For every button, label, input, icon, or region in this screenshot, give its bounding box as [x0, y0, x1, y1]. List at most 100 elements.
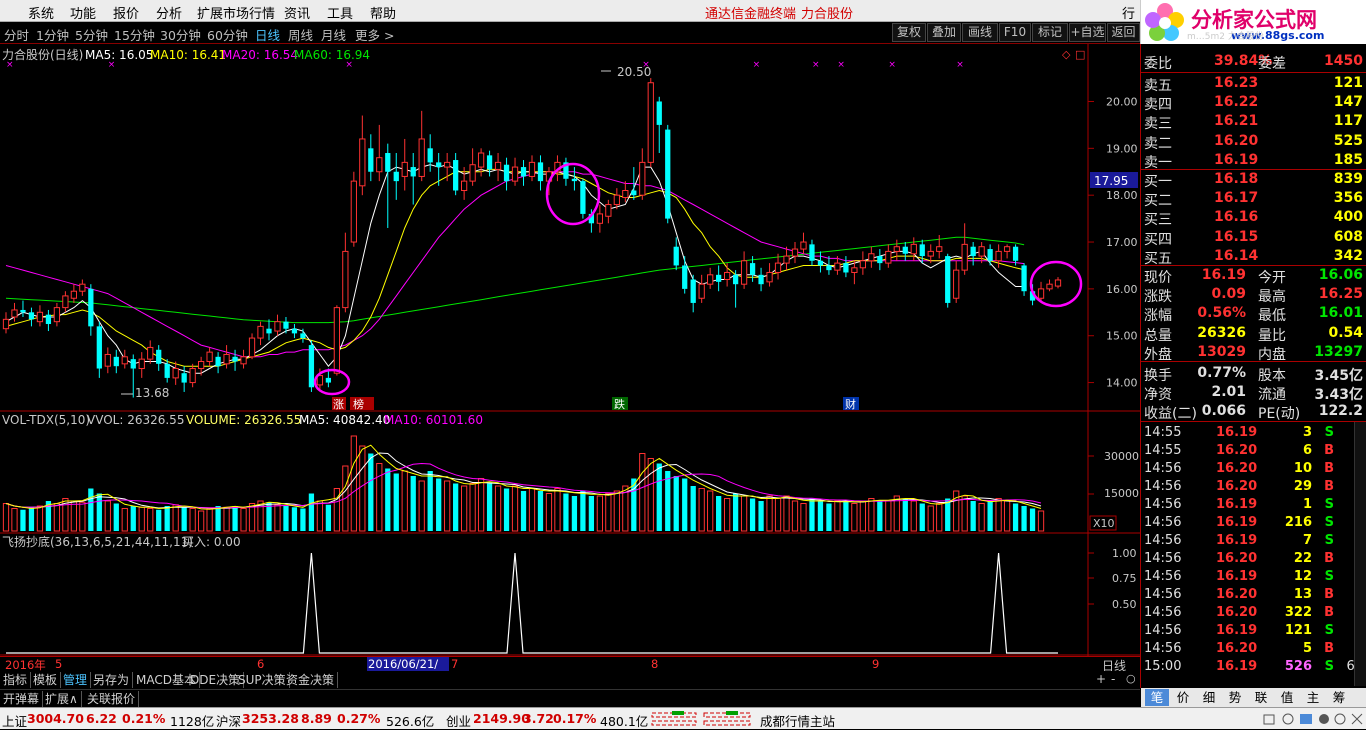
sz-label[interactable]: 沪深 [216, 711, 241, 730]
volume-bar [732, 493, 739, 531]
zoom-in-button[interactable]: + [1096, 672, 1106, 686]
candle-body [401, 161, 408, 177]
side-tab-chips[interactable]: 筹 [1327, 689, 1351, 706]
side-tab-trades[interactable]: 笔 [1145, 689, 1169, 706]
diamond-icon[interactable]: ◇ [1062, 48, 1071, 61]
side-tab-price[interactable]: 价 [1171, 689, 1195, 706]
menu-function[interactable]: 功能 [70, 3, 96, 22]
tf-daily[interactable]: 日线 [255, 25, 280, 44]
side-tab-main[interactable]: 主 [1301, 689, 1325, 706]
volume-bar [970, 501, 976, 531]
volume-bar [978, 503, 985, 532]
stat-row: 现价 16.19 今开 16.06 [1144, 266, 1366, 286]
zoom-reset-button[interactable]: ○ [1126, 672, 1136, 685]
tick-volume: 6 [1302, 443, 1312, 458]
tick-side: S [1324, 659, 1334, 674]
candle-body [749, 263, 756, 275]
tf-5min[interactable]: 5分钟 [75, 25, 108, 44]
tab-template[interactable]: 模板 [30, 672, 62, 688]
side-tab-trend[interactable]: 势 [1223, 689, 1247, 706]
menu-analysis[interactable]: 分析 [156, 3, 182, 22]
danmaku-toggle[interactable]: 开弹幕 [0, 691, 44, 707]
tick-volume: 10 [1293, 461, 1312, 476]
volume-bar [181, 507, 187, 531]
menu-partial[interactable]: 行 [1122, 3, 1135, 22]
volume-bar [758, 501, 764, 531]
tick-side: B [1324, 479, 1334, 494]
sell-label: 卖三 [1144, 116, 1172, 133]
ma20-legend: MA20: 16.54 [222, 48, 298, 62]
add-favorite-button[interactable]: +自选 [1069, 23, 1106, 42]
cy-label[interactable]: 创业 [446, 711, 471, 730]
menu-extended-market[interactable]: 扩展市场行情 [197, 3, 275, 22]
side-tab-value[interactable]: 值 [1275, 689, 1299, 706]
tf-more[interactable]: 更多 > [355, 25, 394, 44]
adjust-button[interactable]: 复权 [892, 23, 926, 42]
menu-news[interactable]: 资讯 [284, 3, 310, 22]
tf-monthly[interactable]: 月线 [321, 25, 346, 44]
server-name[interactable]: 成都行情主站 [760, 711, 835, 730]
ma10-legend: MA10: 16.41 [150, 48, 226, 62]
stat-row: 涨跌 0.09 最高 16.25 [1144, 285, 1366, 305]
tick-volume: 3 [1302, 425, 1312, 440]
zoom-out-button[interactable]: - [1111, 672, 1115, 686]
linked-quotes[interactable]: 关联报价 [84, 691, 140, 707]
mark-button[interactable]: 标记 [1032, 23, 1068, 42]
square-icon[interactable]: □ [1075, 48, 1085, 61]
tick-scrollbar[interactable] [1354, 422, 1366, 686]
stock-name-link[interactable]: 力合股份 [801, 3, 853, 22]
candle-body [368, 148, 374, 172]
volume-bar [571, 496, 578, 531]
side-tab-link[interactable]: 联 [1249, 689, 1273, 706]
expand-toggle[interactable]: 扩展∧ [42, 691, 82, 707]
sell-row: 卖五 16.23 121 [1144, 74, 1366, 94]
event-marker-finance[interactable]: 财 [845, 397, 856, 411]
overlay-button[interactable]: 叠加 [927, 23, 961, 42]
tf-15min[interactable]: 15分钟 [114, 25, 155, 44]
sh-label[interactable]: 上证 [2, 711, 27, 730]
back-button[interactable]: 返回 [1107, 23, 1140, 42]
candle-body [893, 246, 900, 252]
candle-body [325, 377, 332, 383]
menu-help[interactable]: 帮助 [370, 3, 396, 22]
candle-body [121, 356, 128, 365]
tf-30min[interactable]: 30分钟 [160, 25, 201, 44]
menu-quotes[interactable]: 报价 [113, 3, 139, 22]
tab-manage[interactable]: 管理 [60, 672, 92, 688]
buy-label: 买三 [1144, 212, 1172, 229]
tf-weekly[interactable]: 周线 [288, 25, 313, 44]
candle-body [156, 349, 162, 364]
event-marker-down[interactable]: 跌 [614, 397, 625, 411]
ma10-line [5, 168, 1025, 367]
tab-fund[interactable]: 资金决策 [283, 672, 339, 688]
date-axis: 2016年 5 6 2016/06/21/二 7 8 9 日线 [0, 656, 1140, 686]
candle-body [919, 244, 925, 257]
candle-body [333, 307, 341, 374]
sz-pct: 0.27% [337, 711, 381, 726]
user-icon [1319, 714, 1329, 724]
tab-indicator[interactable]: 指标 [0, 672, 32, 688]
tab-sup[interactable]: SUP决策 [235, 672, 290, 688]
kline-chart[interactable]: 力合股份(日线) MA5: 16.05 MA10: 16.41 MA20: 16… [0, 44, 1140, 656]
event-marker-up[interactable]: 涨 [333, 398, 344, 411]
candle-body [987, 249, 993, 261]
tf-60min[interactable]: 60分钟 [207, 25, 248, 44]
draw-button[interactable]: 画线 [962, 23, 998, 42]
tab-save-as[interactable]: 另存为 [90, 672, 134, 688]
candle-body [953, 269, 960, 299]
menu-tools[interactable]: 工具 [327, 3, 353, 22]
buy-label: 买四 [1144, 231, 1172, 248]
volume-bar [453, 483, 459, 531]
menu-system[interactable]: 系统 [28, 3, 54, 22]
candle-body [453, 160, 459, 191]
volume-bar [197, 510, 205, 532]
tf-intraday[interactable]: 分时 [4, 25, 29, 44]
f10-button[interactable]: F10 [999, 23, 1031, 42]
tick-time: 14:56 [1144, 551, 1182, 566]
event-marker-list[interactable]: 榜 [353, 397, 364, 411]
candle-body [945, 256, 951, 303]
tf-1min[interactable]: 1分钟 [36, 25, 69, 44]
volume-bar [707, 490, 714, 532]
volume-bar [147, 508, 154, 532]
side-tab-detail[interactable]: 细 [1197, 689, 1221, 706]
